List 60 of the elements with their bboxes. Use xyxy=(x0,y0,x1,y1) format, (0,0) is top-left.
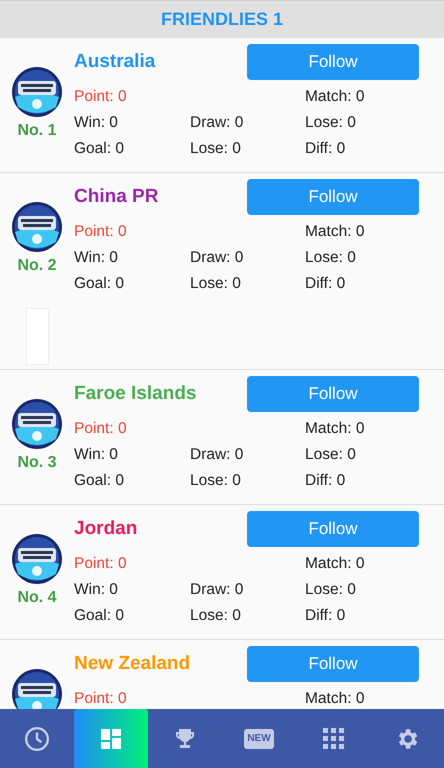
losses-label: Lose: 0 xyxy=(305,445,356,465)
goals-label: Goal: 0 xyxy=(74,606,124,626)
losses-label: Lose: 0 xyxy=(305,580,356,600)
goal-difference-label: Diff: 0 xyxy=(305,606,346,626)
draws-label: Draw: 0 xyxy=(190,113,244,133)
rank-label: No. 4 xyxy=(17,589,57,607)
losses-label: Lose: 0 xyxy=(305,113,356,133)
goals-against-label: Lose: 0 xyxy=(190,471,241,491)
matches-label: Match: 0 xyxy=(305,689,364,709)
points-label: Point: 0 xyxy=(74,689,127,709)
goals-label: Goal: 0 xyxy=(74,139,124,159)
points-label: Point: 0 xyxy=(74,554,127,574)
trophy-icon xyxy=(173,726,197,750)
page-title: FRIENDLIES 1 xyxy=(160,9,284,30)
follow-button[interactable]: Follow xyxy=(247,511,419,547)
team-logo-icon xyxy=(12,534,62,584)
wins-label: Win: 0 xyxy=(74,580,118,600)
team-name: China PR xyxy=(74,186,158,208)
rank-label: No. 1 xyxy=(17,122,57,140)
matches-label: Match: 0 xyxy=(305,87,364,107)
goal-difference-label: Diff: 0 xyxy=(305,471,346,491)
apps-icon xyxy=(322,728,344,749)
points-label: Point: 0 xyxy=(74,419,127,439)
goals-against-label: Lose: 0 xyxy=(190,139,241,159)
team-logo-icon xyxy=(12,399,62,449)
draws-label: Draw: 0 xyxy=(190,248,244,268)
new-badge-icon: NEW xyxy=(244,728,274,748)
losses-label: Lose: 0 xyxy=(305,248,356,268)
follow-button[interactable]: Follow xyxy=(247,646,419,682)
team-name: Australia xyxy=(74,51,156,73)
matches-label: Match: 0 xyxy=(305,554,364,574)
team-logo-icon xyxy=(12,67,62,117)
team-name: Jordan xyxy=(74,518,138,540)
rank-label: No. 2 xyxy=(17,257,57,275)
goals-against-label: Lose: 0 xyxy=(190,274,241,294)
matches-label: Match: 0 xyxy=(305,419,364,439)
team-name: New Zealand xyxy=(74,653,190,675)
goals-against-label: Lose: 0 xyxy=(190,606,241,626)
follow-button[interactable]: Follow xyxy=(247,376,419,412)
nav-tab[interactable]: NEW xyxy=(222,709,296,768)
draws-label: Draw: 0 xyxy=(190,580,244,600)
dashboard-icon xyxy=(99,726,123,750)
nav-tab[interactable] xyxy=(74,709,148,768)
matches-label: Match: 0 xyxy=(305,222,364,242)
wins-label: Win: 0 xyxy=(74,248,118,268)
team-logo-icon xyxy=(12,202,62,252)
goal-difference-label: Diff: 0 xyxy=(305,139,346,159)
draws-label: Draw: 0 xyxy=(190,445,244,465)
rank-label: No. 3 xyxy=(17,454,57,472)
wins-label: Win: 0 xyxy=(74,113,118,133)
wins-label: Win: 0 xyxy=(74,445,118,465)
clock-icon xyxy=(24,726,50,752)
points-label: Point: 0 xyxy=(74,222,127,242)
follow-button[interactable]: Follow xyxy=(247,179,419,215)
team-name: Faroe Islands xyxy=(74,383,196,405)
follow-button[interactable]: Follow xyxy=(247,44,419,80)
goals-label: Goal: 0 xyxy=(74,274,124,294)
goal-difference-label: Diff: 0 xyxy=(305,274,346,294)
points-label: Point: 0 xyxy=(74,87,127,107)
goals-label: Goal: 0 xyxy=(74,471,124,491)
